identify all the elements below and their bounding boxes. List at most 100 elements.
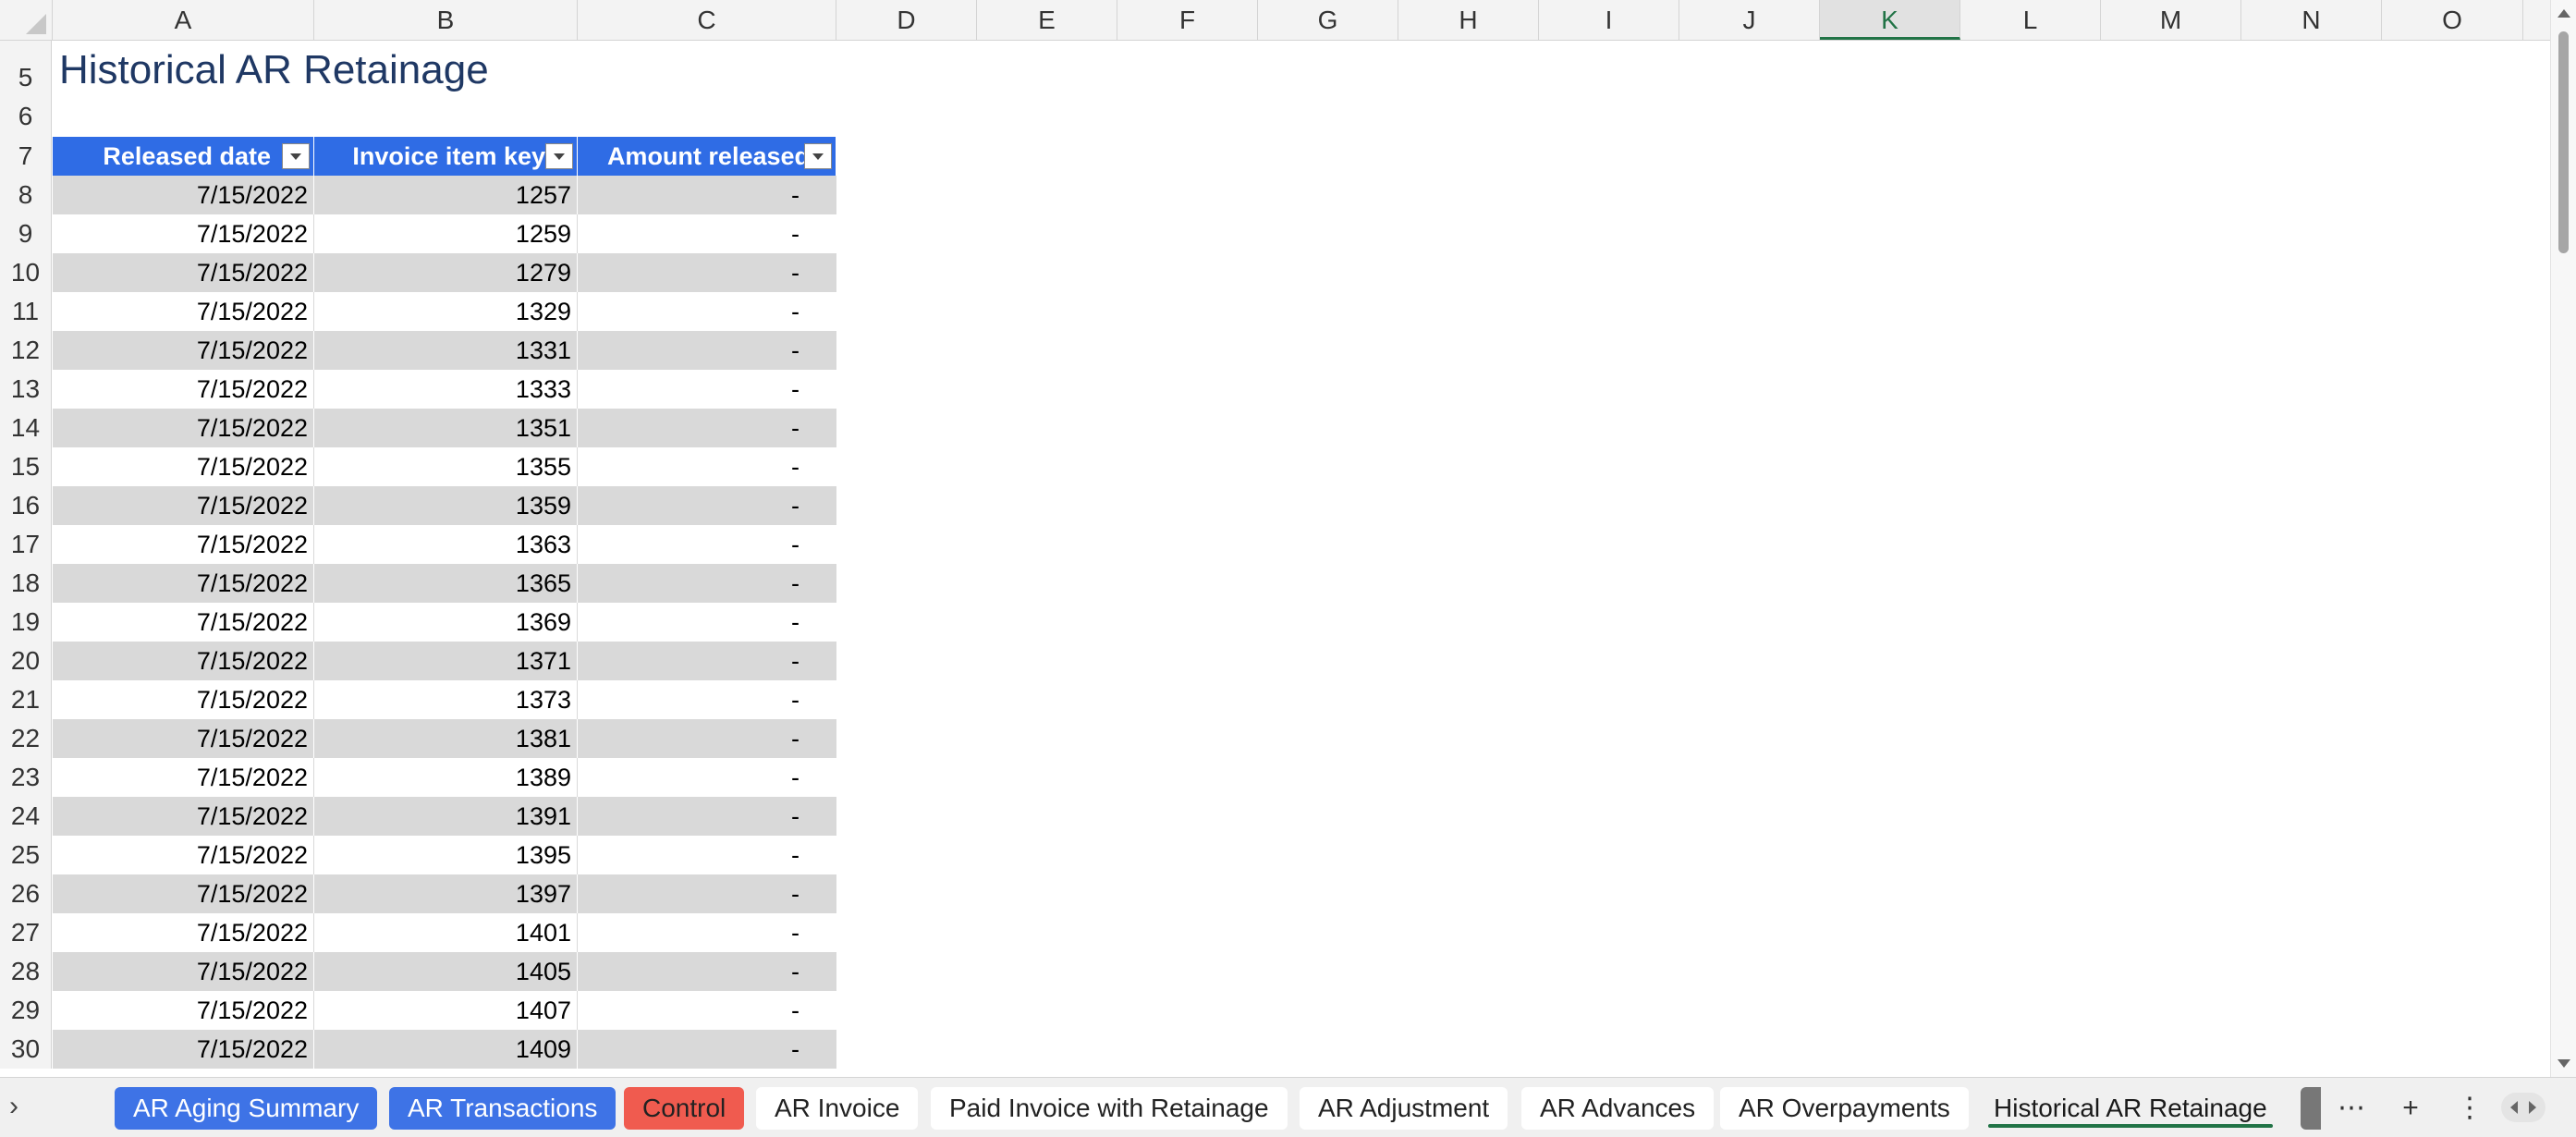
amount-released-cell[interactable]: - [578,564,836,603]
column-header-l[interactable]: L [1960,0,2101,40]
amount-released-cell[interactable]: - [578,1030,836,1069]
amount-released-cell[interactable]: - [578,525,836,564]
row-header[interactable]: 29 [0,991,52,1030]
released-date-cell[interactable]: 7/15/2022 [53,176,314,214]
invoice-item-key-cell[interactable]: 1333 [314,370,578,409]
column-header-b[interactable]: B [314,0,578,40]
column-header-c[interactable]: C [578,0,836,40]
column-header-a[interactable]: A [53,0,314,40]
scroll-down-icon[interactable] [2558,1059,2570,1068]
column-header-m[interactable]: M [2101,0,2241,40]
invoice-item-key-cell[interactable]: 1259 [314,214,578,253]
invoice-item-key-cell[interactable]: 1371 [314,642,578,680]
row-header[interactable]: 15 [0,447,52,486]
scroll-left-icon[interactable] [2510,1101,2518,1114]
amount-released-cell[interactable]: - [578,486,836,525]
invoice-item-key-cell[interactable]: 1329 [314,292,578,331]
scroll-up-icon[interactable] [2558,9,2570,18]
row-header[interactable]: 14 [0,409,52,447]
column-header-o[interactable]: O [2382,0,2523,40]
invoice-item-key-cell[interactable]: 1395 [314,836,578,874]
tab-ar-overpayments[interactable]: AR Overpayments [1720,1087,1969,1130]
column-header-j[interactable]: J [1679,0,1820,40]
invoice-item-key-cell[interactable]: 1381 [314,719,578,758]
released-date-cell[interactable]: 7/15/2022 [53,1030,314,1069]
filter-dropdown-icon[interactable] [545,143,573,169]
invoice-item-key-cell[interactable]: 1407 [314,991,578,1030]
released-date-cell[interactable]: 7/15/2022 [53,642,314,680]
vertical-scrollbar[interactable] [2550,0,2576,1077]
amount-released-cell[interactable]: - [578,836,836,874]
invoice-item-key-cell[interactable]: 1365 [314,564,578,603]
invoice-item-key-cell[interactable]: 1359 [314,486,578,525]
invoice-item-key-cell[interactable]: 1331 [314,331,578,370]
column-header-h[interactable]: H [1398,0,1539,40]
amount-released-cell[interactable]: - [578,758,836,797]
row-header[interactable]: 24 [0,797,52,836]
released-date-cell[interactable]: 7/15/2022 [53,447,314,486]
row-header-6[interactable]: 6 [0,96,52,136]
released-date-cell[interactable]: 7/15/2022 [53,680,314,719]
released-date-cell[interactable]: 7/15/2022 [53,214,314,253]
tab-historical-ar-retainage[interactable]: Historical AR Retainage [1975,1087,2286,1130]
released-date-cell[interactable]: 7/15/2022 [53,952,314,991]
invoice-item-key-cell[interactable]: 1279 [314,253,578,292]
row-header[interactable]: 30 [0,1030,52,1069]
row-header[interactable]: 16 [0,486,52,525]
released-date-cell[interactable]: 7/15/2022 [53,991,314,1030]
released-date-cell[interactable]: 7/15/2022 [53,836,314,874]
chevron-right-icon[interactable]: › [9,1091,18,1122]
table-header-invoice-item-key[interactable]: Invoice item key [314,137,578,176]
invoice-item-key-cell[interactable]: 1355 [314,447,578,486]
amount-released-cell[interactable]: - [578,253,836,292]
column-header-k[interactable]: K [1820,0,1960,40]
invoice-item-key-cell[interactable]: 1369 [314,603,578,642]
row-header[interactable]: 26 [0,874,52,913]
column-header-i[interactable]: I [1539,0,1679,40]
more-options-icon[interactable]: ⋮ [2449,1087,2490,1130]
amount-released-cell[interactable]: - [578,176,836,214]
row-header[interactable]: 11 [0,292,52,331]
tab-ar-invoice[interactable]: AR Invoice [756,1087,919,1130]
amount-released-cell[interactable]: - [578,680,836,719]
filter-dropdown-icon[interactable] [804,143,832,169]
tab-ar-transactions[interactable]: AR Transactions [389,1087,617,1130]
tab-scroll-arrows[interactable] [2501,1093,2545,1122]
invoice-item-key-cell[interactable]: 1257 [314,176,578,214]
table-header-amount-released[interactable]: Amount released [578,137,836,176]
row-header[interactable]: 13 [0,370,52,409]
invoice-item-key-cell[interactable]: 1391 [314,797,578,836]
tab-ar-adjustment[interactable]: AR Adjustment [1300,1087,1508,1130]
row-header[interactable]: 18 [0,564,52,603]
row-header[interactable]: 23 [0,758,52,797]
row-header[interactable]: 19 [0,603,52,642]
amount-released-cell[interactable]: - [578,797,836,836]
amount-released-cell[interactable]: - [578,719,836,758]
row-header[interactable]: 27 [0,913,52,952]
add-sheet-icon[interactable]: + [2390,1087,2431,1130]
column-header-d[interactable]: D [836,0,977,40]
released-date-cell[interactable]: 7/15/2022 [53,719,314,758]
released-date-cell[interactable]: 7/15/2022 [53,409,314,447]
row-header[interactable]: 21 [0,680,52,719]
amount-released-cell[interactable]: - [578,292,836,331]
row-header[interactable]: 10 [0,253,52,292]
amount-released-cell[interactable]: - [578,913,836,952]
released-date-cell[interactable]: 7/15/2022 [53,331,314,370]
amount-released-cell[interactable]: - [578,331,836,370]
amount-released-cell[interactable]: - [578,874,836,913]
released-date-cell[interactable]: 7/15/2022 [53,797,314,836]
sheet-title[interactable]: Historical AR Retainage [59,43,489,98]
amount-released-cell[interactable]: - [578,952,836,991]
tab-control[interactable]: Control [624,1087,745,1130]
invoice-item-key-cell[interactable]: 1397 [314,874,578,913]
column-header-n[interactable]: N [2241,0,2382,40]
ellipsis-icon[interactable]: ⋯ [2331,1087,2372,1130]
released-date-cell[interactable]: 7/15/2022 [53,292,314,331]
released-date-cell[interactable]: 7/15/2022 [53,874,314,913]
tab-ar-aging-summary[interactable]: AR Aging Summary [115,1087,378,1130]
released-date-cell[interactable]: 7/15/2022 [53,603,314,642]
invoice-item-key-cell[interactable]: 1373 [314,680,578,719]
amount-released-cell[interactable]: - [578,991,836,1030]
released-date-cell[interactable]: 7/15/2022 [53,486,314,525]
